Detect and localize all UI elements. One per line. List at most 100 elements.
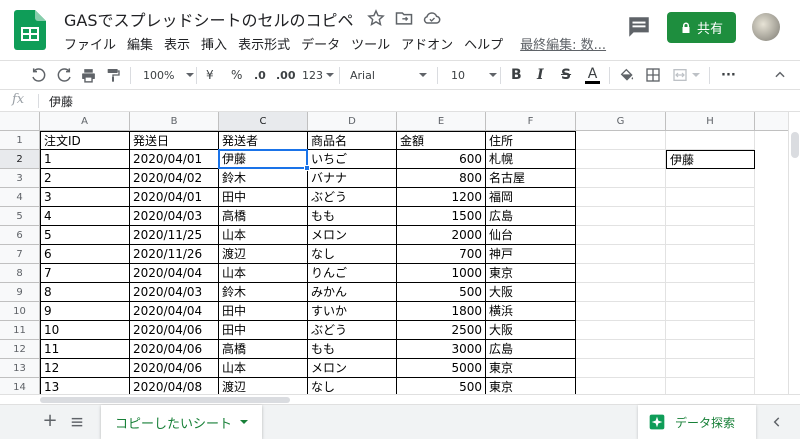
cell-f11[interactable]: 大阪 xyxy=(486,321,576,340)
cell-g2[interactable] xyxy=(576,150,666,169)
cell-a5[interactable]: 4 xyxy=(40,207,130,226)
row-header-11[interactable]: 11 xyxy=(0,321,40,340)
cell-g5[interactable] xyxy=(576,207,666,226)
column-header-e[interactable]: E xyxy=(397,112,486,131)
cell-a14[interactable]: 13 xyxy=(40,378,130,394)
collapse-menu-icon[interactable] xyxy=(773,61,787,89)
cell-f2[interactable]: 札幌 xyxy=(486,150,576,169)
cell-g12[interactable] xyxy=(576,340,666,359)
column-header-d[interactable]: D xyxy=(308,112,397,131)
cell-h2[interactable]: 伊藤 xyxy=(666,150,755,169)
row-header-12[interactable]: 12 xyxy=(0,340,40,359)
cell-b11[interactable]: 2020/04/06 xyxy=(130,321,219,340)
cell-b10[interactable]: 2020/04/04 xyxy=(130,302,219,321)
percent-format-button[interactable]: % xyxy=(231,61,242,89)
cell-c4[interactable]: 田中 xyxy=(219,188,308,207)
cell-f14[interactable]: 東京 xyxy=(486,378,576,394)
cell-g3[interactable] xyxy=(576,169,666,188)
cell-d3[interactable]: バナナ xyxy=(308,169,397,188)
column-header-a[interactable]: A xyxy=(40,112,130,131)
cell-g13[interactable] xyxy=(576,359,666,378)
cell-b6[interactable]: 2020/11/25 xyxy=(130,226,219,245)
collapse-side-panel-icon[interactable] xyxy=(770,415,784,429)
cell-f9[interactable]: 大阪 xyxy=(486,283,576,302)
cell-f10[interactable]: 横浜 xyxy=(486,302,576,321)
cell-e13[interactable]: 5000 xyxy=(397,359,486,378)
cell-e8[interactable]: 1000 xyxy=(397,264,486,283)
cell-d4[interactable]: ぶどう xyxy=(308,188,397,207)
cell-h14[interactable] xyxy=(666,378,755,394)
cell-g14[interactable] xyxy=(576,378,666,394)
add-sheet-icon[interactable]: + xyxy=(42,412,58,431)
cell-b7[interactable]: 2020/11/26 xyxy=(130,245,219,264)
cell-d5[interactable]: もも xyxy=(308,207,397,226)
cell-a11[interactable]: 10 xyxy=(40,321,130,340)
fill-color-icon[interactable] xyxy=(619,61,635,89)
cell-c6[interactable]: 山本 xyxy=(219,226,308,245)
menu-format[interactable]: 表示形式 xyxy=(238,34,290,53)
cell-a9[interactable]: 8 xyxy=(40,283,130,302)
row-header-1[interactable]: 1 xyxy=(0,131,40,150)
currency-format-button[interactable]: ¥ xyxy=(206,61,214,89)
menu-view[interactable]: 表示 xyxy=(164,34,190,53)
cell-c8[interactable]: 山本 xyxy=(219,264,308,283)
row-header-10[interactable]: 10 xyxy=(0,302,40,321)
font-size-select[interactable]: 10 xyxy=(451,61,497,89)
cell-a2[interactable]: 1 xyxy=(40,150,130,169)
cell-e9[interactable]: 500 xyxy=(397,283,486,302)
sheet-menu-caret-icon[interactable] xyxy=(240,420,248,424)
cell-f8[interactable]: 東京 xyxy=(486,264,576,283)
cell-g11[interactable] xyxy=(576,321,666,340)
cell-g1[interactable] xyxy=(576,131,666,150)
cell-e2[interactable]: 600 xyxy=(397,150,486,169)
cell-b2[interactable]: 2020/04/01 xyxy=(130,150,219,169)
cell-d7[interactable]: なし xyxy=(308,245,397,264)
cell-h9[interactable] xyxy=(666,283,755,302)
cell-d12[interactable]: もも xyxy=(308,340,397,359)
cell-a4[interactable]: 3 xyxy=(40,188,130,207)
increase-decimal-button[interactable]: .00 xyxy=(276,61,296,89)
row-header-14[interactable]: 14 xyxy=(0,378,40,394)
row-header-3[interactable]: 3 xyxy=(0,169,40,188)
cell-d2[interactable]: いちご xyxy=(308,150,397,169)
spreadsheet-grid[interactable]: A B C D E F G H 1 2 3 4 5 6 7 8 9 10 11 12 13 14 注文ID 発送日 発送者 商品名… xyxy=(0,112,788,394)
cell-a12[interactable]: 11 xyxy=(40,340,130,359)
print-icon[interactable] xyxy=(80,61,97,89)
cell-g8[interactable] xyxy=(576,264,666,283)
cell-b9[interactable]: 2020/04/03 xyxy=(130,283,219,302)
menu-addons[interactable]: アドオン xyxy=(401,34,453,53)
cell-c12[interactable]: 高橋 xyxy=(219,340,308,359)
cell-c2[interactable]: 伊藤 xyxy=(219,150,308,169)
bold-button[interactable]: B xyxy=(511,61,522,89)
cell-d14[interactable]: なし xyxy=(308,378,397,394)
row-header-7[interactable]: 7 xyxy=(0,245,40,264)
cell-h13[interactable] xyxy=(666,359,755,378)
cell-e1[interactable]: 金額 xyxy=(397,131,486,150)
move-to-folder-icon[interactable] xyxy=(394,8,414,28)
cell-a7[interactable]: 6 xyxy=(40,245,130,264)
horizontal-scrollbar[interactable] xyxy=(0,394,800,404)
cell-f12[interactable]: 広島 xyxy=(486,340,576,359)
cell-d9[interactable]: みかん xyxy=(308,283,397,302)
cell-c3[interactable]: 鈴木 xyxy=(219,169,308,188)
row-header-6[interactable]: 6 xyxy=(0,226,40,245)
cell-g10[interactable] xyxy=(576,302,666,321)
cell-c11[interactable]: 田中 xyxy=(219,321,308,340)
cell-a8[interactable]: 7 xyxy=(40,264,130,283)
cell-f13[interactable]: 東京 xyxy=(486,359,576,378)
cell-h1[interactable] xyxy=(666,131,755,150)
cell-f1[interactable]: 住所 xyxy=(486,131,576,150)
row-header-2[interactable]: 2 xyxy=(0,150,40,169)
cell-f7[interactable]: 神戸 xyxy=(486,245,576,264)
avatar[interactable] xyxy=(752,13,780,41)
select-all-corner[interactable] xyxy=(0,112,40,131)
cell-e5[interactable]: 1500 xyxy=(397,207,486,226)
undo-icon[interactable] xyxy=(31,61,47,89)
vertical-scrollbar[interactable] xyxy=(788,112,800,394)
column-header-b[interactable]: B xyxy=(130,112,219,131)
cell-c13[interactable]: 山本 xyxy=(219,359,308,378)
all-sheets-icon[interactable] xyxy=(70,415,84,429)
menu-insert[interactable]: 挿入 xyxy=(201,34,227,53)
column-header-c[interactable]: C xyxy=(219,112,308,131)
cell-h3[interactable] xyxy=(666,169,755,188)
